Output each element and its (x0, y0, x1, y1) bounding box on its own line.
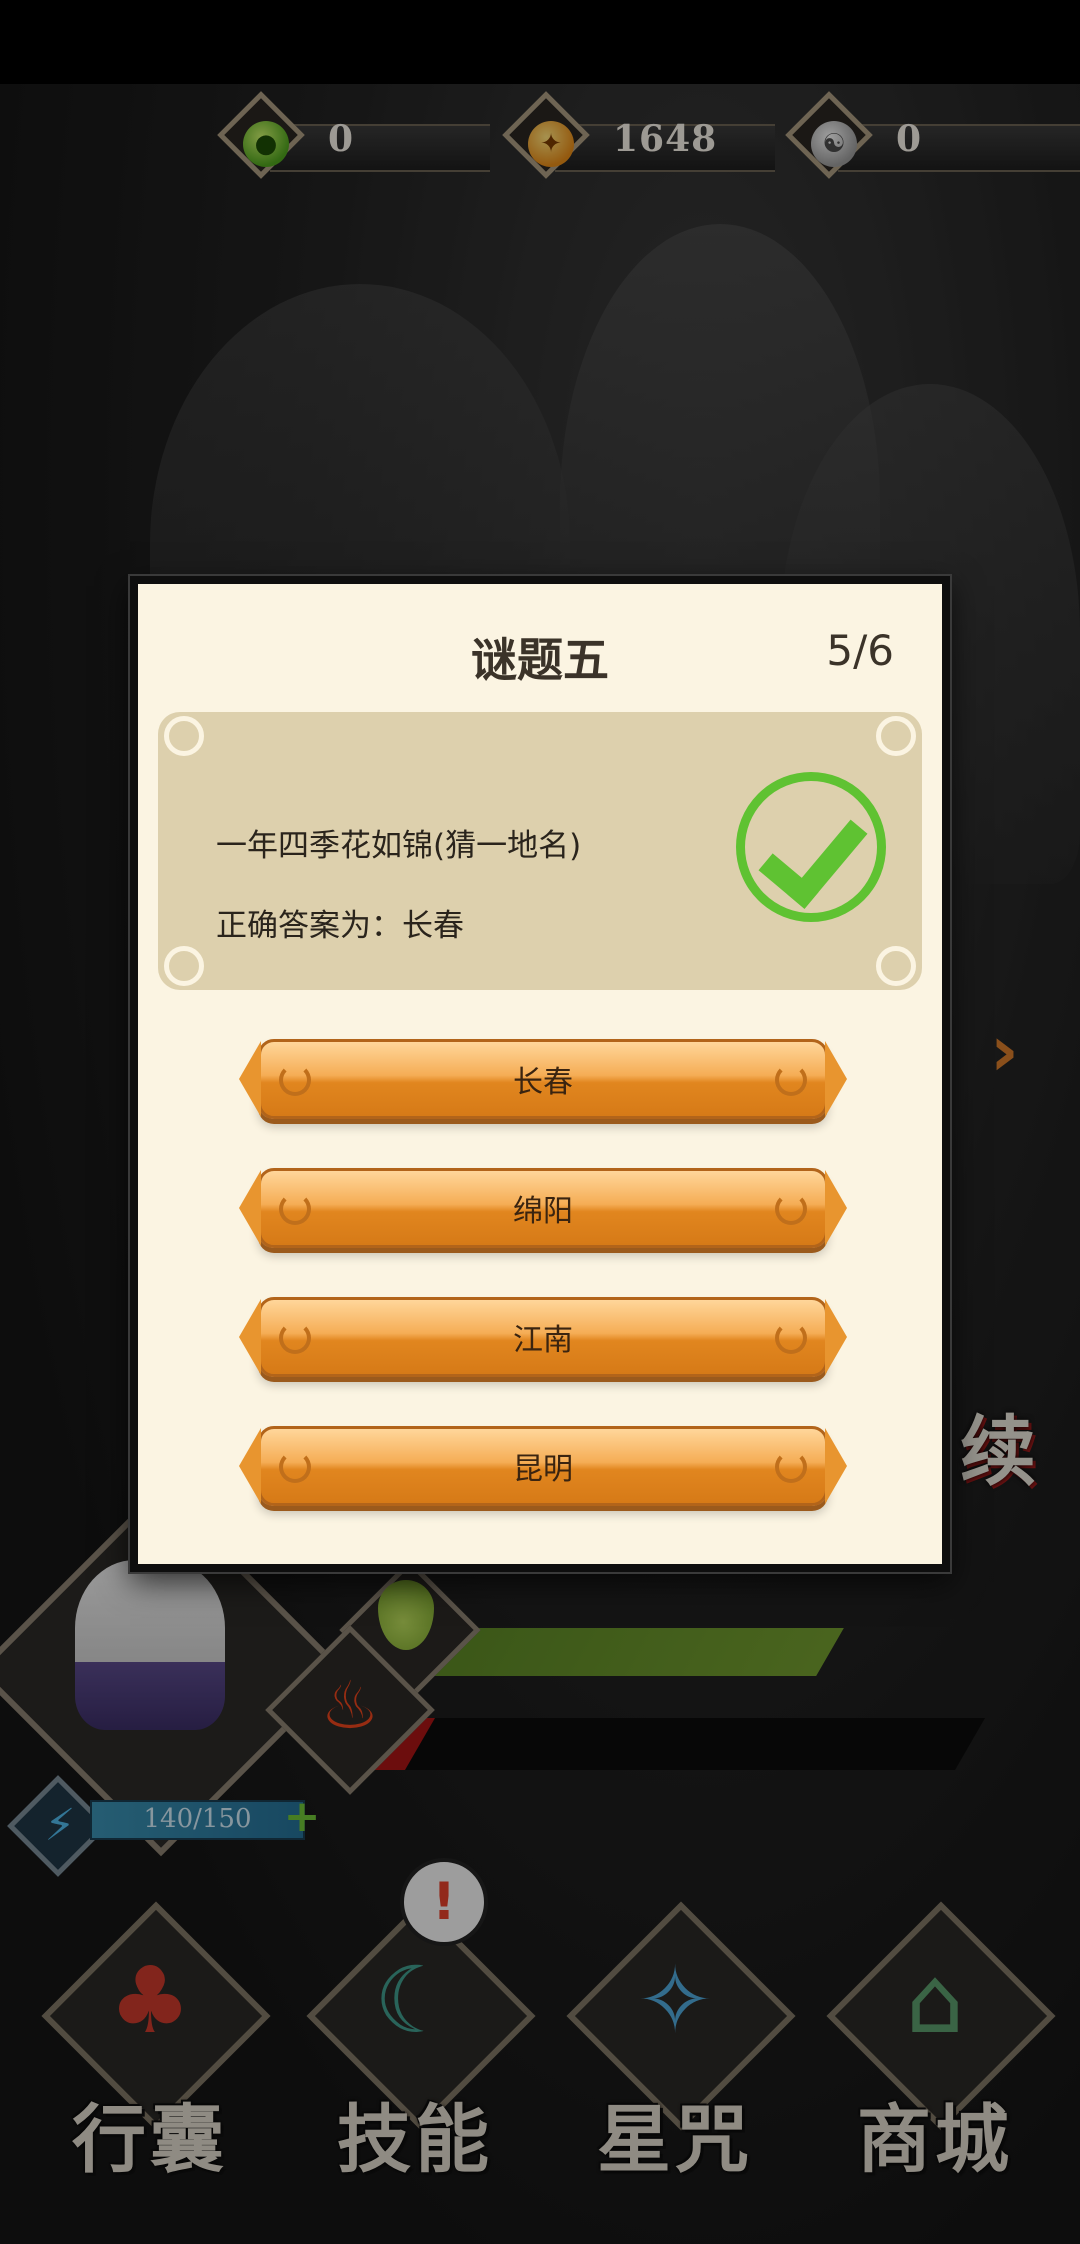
swirl-ornament (279, 1064, 311, 1096)
swirl-ornament (279, 1451, 311, 1483)
answer-option-1[interactable]: 长春 (258, 1039, 828, 1119)
corner-ornament (164, 946, 204, 986)
riddle-progress: 5/6 (826, 626, 894, 675)
corner-ornament (164, 716, 204, 756)
riddle-dialog: 谜题五 5/6 一年四季花如锦(猜一地名) 正确答案为：长春 长春 绵阳 江南 (130, 576, 950, 1572)
correct-answer-text: 正确答案为：长春 (216, 908, 464, 944)
game-screen: ● 0 ✦ 1648 ☯ 0 › 续 ♨ ⚡ 140/150 + ♣ 行囊 ☾ … (0, 0, 1080, 2244)
status-bar (0, 0, 1080, 84)
check-icon (736, 772, 886, 922)
swirl-ornament (775, 1322, 807, 1354)
riddle-question: 一年四季花如锦(猜一地名) (216, 828, 582, 864)
swirl-ornament (279, 1322, 311, 1354)
answer-option-4[interactable]: 昆明 (258, 1426, 828, 1506)
corner-ornament (876, 946, 916, 986)
swirl-ornament (775, 1064, 807, 1096)
answer-option-label: 绵阳 (513, 1194, 573, 1229)
answer-option-2[interactable]: 绵阳 (258, 1168, 828, 1248)
swirl-ornament (279, 1193, 311, 1225)
answer-option-label: 昆明 (513, 1452, 573, 1487)
riddle-title: 谜题五 (471, 633, 609, 687)
riddle-card: 一年四季花如锦(猜一地名) 正确答案为：长春 (158, 712, 922, 990)
swirl-ornament (775, 1193, 807, 1225)
answer-option-label: 长春 (513, 1065, 573, 1100)
answer-option-label: 江南 (513, 1323, 573, 1358)
answer-option-3[interactable]: 江南 (258, 1297, 828, 1377)
swirl-ornament (775, 1451, 807, 1483)
corner-ornament (876, 716, 916, 756)
